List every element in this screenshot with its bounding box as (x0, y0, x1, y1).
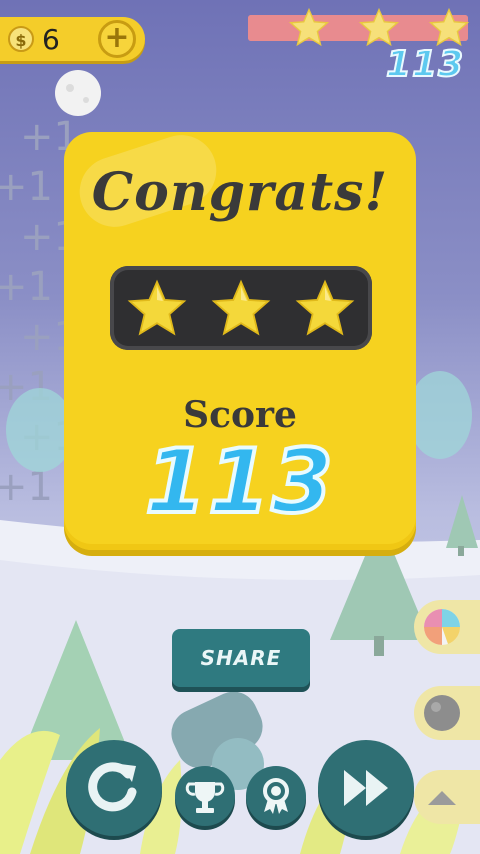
side-tab-gray-ball[interactable] (414, 686, 480, 740)
ribbon-award-icon (263, 778, 289, 814)
progress-star-icon (288, 7, 330, 47)
triangle-up-icon (428, 791, 456, 805)
trophy-icon (185, 782, 225, 813)
coin-icon: $ (8, 26, 34, 52)
star-icon (211, 279, 271, 336)
beach-ball-icon (424, 609, 461, 645)
next-level-button[interactable] (318, 740, 414, 836)
moon (55, 70, 101, 116)
gray-ball-icon (424, 695, 460, 731)
side-tab-expand[interactable] (414, 770, 480, 824)
congrats-title: Congrats! (91, 162, 389, 223)
share-button[interactable]: SHARE (172, 629, 310, 687)
svg-text:+1: +1 (0, 264, 53, 310)
leaderboard-button[interactable] (175, 766, 235, 826)
coin-count: 6 (42, 23, 60, 56)
star-icon (127, 279, 187, 336)
hud-score: 113 (385, 43, 465, 86)
side-tab-beach-ball[interactable] (414, 600, 480, 654)
fast-forward-icon (344, 770, 388, 806)
star-icon (295, 279, 355, 336)
result-panel: Congrats! Score 113 (64, 132, 416, 550)
restart-icon (88, 762, 137, 812)
score-value: 113 (143, 428, 335, 535)
progress-star-icon (358, 7, 400, 47)
game-scene: +1 +1 +1 +1 +1 +1 +1 +1 (0, 0, 480, 854)
coin-counter: $ 6 + (0, 17, 145, 61)
star-rating (110, 266, 372, 350)
add-coins-button[interactable]: + (98, 20, 136, 58)
restart-button[interactable] (66, 740, 162, 836)
progress-star-icon (428, 7, 470, 47)
svg-text:+1: +1 (0, 164, 53, 210)
achievements-button[interactable] (246, 766, 306, 826)
